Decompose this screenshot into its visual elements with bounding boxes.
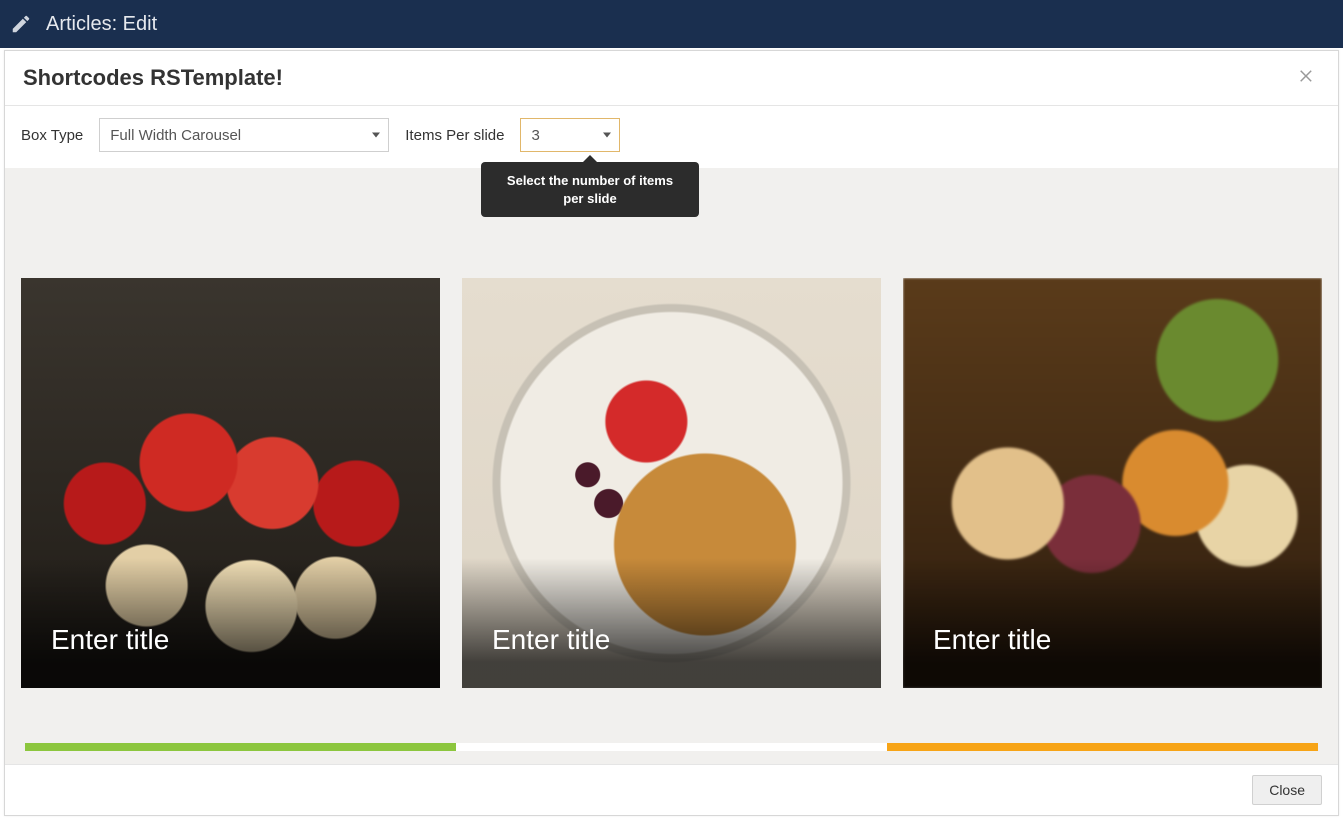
modal-title: Shortcodes RSTemplate! (23, 65, 283, 91)
carousel-title: Enter title (492, 624, 610, 656)
pager-segment[interactable] (25, 743, 456, 751)
shortcodes-modal: Shortcodes RSTemplate! Box Type Full Wid… (4, 50, 1339, 816)
carousel-track: Enter title Enter title Enter title (21, 278, 1322, 688)
box-type-label: Box Type (21, 127, 83, 144)
carousel-title: Enter title (51, 624, 169, 656)
chevron-down-icon (603, 133, 611, 138)
page-title: Articles: Edit (46, 13, 157, 36)
items-per-slide-value: 3 (531, 127, 539, 144)
carousel-title: Enter title (933, 624, 1051, 656)
box-type-select[interactable]: Full Width Carousel (99, 118, 389, 152)
pager-segment[interactable] (887, 743, 1318, 751)
chevron-down-icon (372, 133, 380, 138)
modal-close-x[interactable] (1294, 61, 1320, 95)
box-type-value: Full Width Carousel (110, 127, 241, 144)
carousel-caption: Enter title (21, 558, 440, 688)
app-header: Articles: Edit (0, 0, 1343, 48)
items-per-slide-label: Items Per slide (405, 127, 504, 144)
controls-row: Box Type Full Width Carousel Items Per s… (5, 106, 1338, 168)
carousel-caption: Enter title (903, 558, 1322, 688)
close-button[interactable]: Close (1252, 775, 1322, 805)
pencil-icon (10, 13, 32, 35)
carousel-item[interactable]: Enter title (21, 278, 440, 688)
items-per-slide-select[interactable]: 3 (520, 118, 620, 152)
close-icon (1298, 67, 1316, 85)
modal-body[interactable]: Box Type Full Width Carousel Items Per s… (5, 106, 1338, 764)
modal-header: Shortcodes RSTemplate! (5, 51, 1338, 106)
carousel-pager (25, 743, 1318, 751)
carousel-caption: Enter title (462, 558, 881, 688)
carousel-preview: Enter title Enter title Enter title (5, 168, 1338, 764)
carousel-item[interactable]: Enter title (903, 278, 1322, 688)
modal-footer: Close (5, 764, 1338, 815)
carousel-item[interactable]: Enter title (462, 278, 881, 688)
pager-segment[interactable] (456, 743, 887, 751)
